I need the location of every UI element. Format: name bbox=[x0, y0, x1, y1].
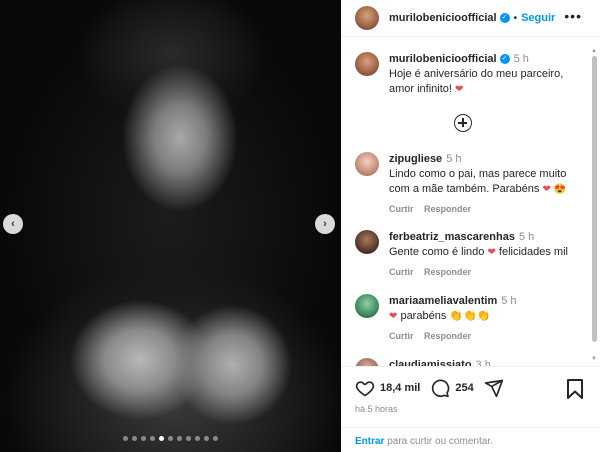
avatar[interactable] bbox=[355, 6, 379, 30]
comment-bubble-icon[interactable] bbox=[430, 378, 450, 398]
carousel-dot[interactable] bbox=[204, 436, 209, 441]
comment-body: claudiamissiato 3 h bbox=[389, 358, 574, 366]
carousel-dot[interactable] bbox=[141, 436, 146, 441]
comment-actions: Curtir Responder bbox=[389, 202, 574, 217]
comment-emoji: ❤ bbox=[487, 247, 496, 258]
comment-text: Gente como é lindo bbox=[389, 246, 488, 258]
reply-button[interactable]: Responder bbox=[424, 331, 471, 341]
comment-body: ferbeatriz_mascarenhas 5 h Gente como é l… bbox=[389, 230, 574, 280]
comments-count[interactable]: 254 bbox=[455, 382, 473, 394]
comment-time: 5 h bbox=[501, 295, 517, 307]
comment-username[interactable]: ferbeatriz_mascarenhas bbox=[389, 231, 515, 243]
comment-body: mariaameliavalentim 5 h ❤ parabéns 👏👏👏 Cu… bbox=[389, 294, 574, 344]
caption-time: 5 h bbox=[513, 53, 529, 65]
post-caption: murilobenicioofficial ✓ 5 h Hoje é anivers… bbox=[355, 52, 580, 97]
comments-scroll-area[interactable]: murilobenicioofficial ✓ 5 h Hoje é anivers… bbox=[341, 38, 600, 366]
carousel-dot[interactable] bbox=[177, 436, 182, 441]
post-photo bbox=[0, 0, 341, 452]
scroll-up-arrow-icon[interactable]: ▲ bbox=[591, 48, 597, 54]
separator-dot: • bbox=[513, 12, 518, 24]
follow-button[interactable]: Seguir bbox=[521, 12, 555, 24]
next-image-button[interactable]: › bbox=[315, 214, 335, 234]
comment-username[interactable]: claudiamissiato bbox=[389, 359, 472, 366]
like-comment-button[interactable]: Curtir bbox=[389, 267, 414, 277]
verified-badge-icon: ✓ bbox=[499, 13, 510, 23]
comment-time: 5 h bbox=[518, 231, 535, 243]
comment-item: zipugliese 5 h Lindo como o pai, mas pare… bbox=[355, 152, 580, 217]
comment-avatar[interactable] bbox=[355, 294, 379, 318]
carousel-dot[interactable] bbox=[168, 436, 173, 441]
previous-image-button[interactable]: ‹ bbox=[3, 214, 23, 234]
carousel-dot[interactable] bbox=[195, 436, 200, 441]
login-to-comment: Entrar para curtir ou comentar. bbox=[341, 427, 600, 452]
carousel-dot[interactable] bbox=[159, 436, 164, 441]
engagement-row: 18,4 mil 254 bbox=[355, 378, 504, 398]
login-link[interactable]: Entrar bbox=[355, 436, 384, 447]
post-viewer: ‹ › murilobenicioofficial ✓ • Seguir •••… bbox=[0, 0, 600, 452]
reply-button[interactable]: Responder bbox=[424, 267, 471, 277]
header-username[interactable]: murilobenicioofficial bbox=[389, 12, 497, 24]
comment-text-after: parabéns 👏👏👏 bbox=[397, 310, 491, 322]
carousel-indicator bbox=[0, 436, 341, 441]
carousel-dot[interactable] bbox=[150, 436, 155, 441]
verified-badge-icon: ✓ bbox=[499, 54, 510, 65]
comments-scrollbar[interactable]: ▲ ▼ bbox=[591, 40, 598, 364]
comment-body: zipugliese 5 h Lindo como o pai, mas pare… bbox=[389, 152, 574, 217]
load-more-comments-icon[interactable] bbox=[454, 114, 472, 132]
scroll-down-arrow-icon[interactable]: ▼ bbox=[591, 356, 597, 362]
comment-item: ferbeatriz_mascarenhas 5 h Gente como é l… bbox=[355, 230, 580, 280]
post-media: ‹ › bbox=[0, 0, 341, 452]
caption-body: murilobenicioofficial ✓ 5 h Hoje é anivers… bbox=[389, 52, 580, 97]
comment-avatar[interactable] bbox=[355, 152, 379, 176]
comment-text: Lindo como o pai, mas parece muito com a… bbox=[389, 168, 567, 195]
like-comment-button[interactable]: Curtir bbox=[389, 331, 414, 341]
carousel-dot[interactable] bbox=[123, 436, 128, 441]
carousel-dot[interactable] bbox=[132, 436, 137, 441]
like-heart-icon[interactable] bbox=[355, 378, 375, 398]
reply-button[interactable]: Responder bbox=[424, 204, 471, 214]
like-comment-button[interactable]: Curtir bbox=[389, 204, 414, 214]
comment-time: 5 h bbox=[446, 153, 462, 165]
login-prompt-text: para curtir ou comentar. bbox=[384, 436, 493, 447]
share-paper-plane-icon[interactable] bbox=[484, 378, 504, 398]
comment-time: 3 h bbox=[475, 359, 491, 366]
more-options-icon[interactable]: ••• bbox=[564, 8, 582, 24]
likes-count[interactable]: 18,4 mil bbox=[380, 382, 420, 394]
post-actions-bar: 18,4 mil 254 há 5 horas Entrar para curt… bbox=[341, 366, 600, 452]
carousel-dot[interactable] bbox=[186, 436, 191, 441]
heart-emoji: ❤ bbox=[455, 84, 464, 95]
post-time-ago: há 5 horas bbox=[355, 404, 398, 414]
comment-username[interactable]: mariaameliavalentim bbox=[389, 295, 497, 307]
comment-item: mariaameliavalentim 5 h ❤ parabéns 👏👏👏 Cu… bbox=[355, 294, 580, 344]
comment-emoji: ❤ 😍 bbox=[542, 184, 567, 195]
post-side-panel: murilobenicioofficial ✓ • Seguir ••• mur… bbox=[341, 0, 600, 452]
scrollbar-thumb[interactable] bbox=[592, 56, 597, 342]
comment-actions: Curtir Responder bbox=[389, 265, 574, 280]
caption-username[interactable]: murilobenicioofficial bbox=[389, 53, 497, 65]
post-header: murilobenicioofficial ✓ • Seguir ••• bbox=[341, 0, 600, 37]
comment-actions: Curtir Responder bbox=[389, 329, 574, 344]
save-bookmark-icon[interactable] bbox=[566, 379, 584, 399]
comment-text-after: felicidades mil bbox=[495, 246, 568, 258]
comment-avatar[interactable] bbox=[355, 358, 379, 366]
caption-avatar[interactable] bbox=[355, 52, 379, 76]
comment-avatar[interactable] bbox=[355, 230, 379, 254]
comment-username[interactable]: zipugliese bbox=[389, 153, 442, 165]
comment-item: claudiamissiato 3 h bbox=[355, 358, 580, 366]
carousel-dot[interactable] bbox=[213, 436, 218, 441]
caption-text: Hoje é aniversário do meu parceiro, amor… bbox=[389, 68, 564, 95]
